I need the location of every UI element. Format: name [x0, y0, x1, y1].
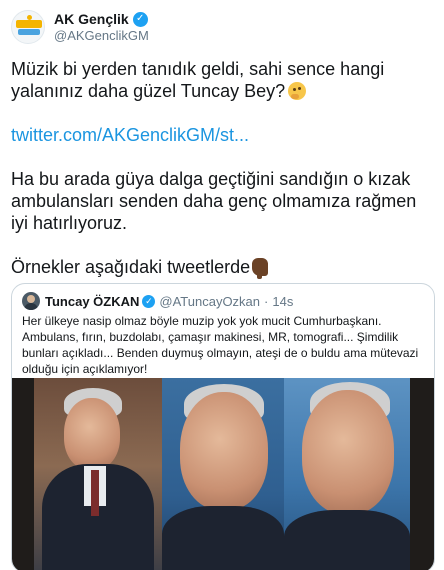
verified-badge-icon: ✓: [132, 11, 148, 27]
frame-detail: [284, 510, 410, 570]
separator-dot: ·: [264, 293, 269, 309]
logo-mark: [18, 29, 40, 35]
frame-detail: [302, 390, 394, 514]
tweet-paragraph: Müzik bi yerden tanıdık geldi, sahi senc…: [11, 58, 435, 102]
video-frame-middle: [162, 378, 284, 570]
display-name[interactable]: AK Gençlik: [54, 11, 129, 28]
account-names: AK Gençlik ✓ @AKGenclikGM: [54, 11, 149, 43]
account-handle[interactable]: @AKGenclikGM: [54, 28, 149, 44]
video-frame-right: [284, 378, 410, 570]
tweet-paragraph: Örnekler aşağıdaki tweetlerde: [11, 256, 435, 279]
tweet-body: Müzik bi yerden tanıdık geldi, sahi senc…: [11, 58, 435, 279]
thinking-face-icon: [288, 82, 307, 100]
tweet-paragraph-text: Müzik bi yerden tanıdık geldi, sahi senc…: [11, 59, 385, 101]
verified-badge-icon: ✓: [142, 294, 156, 308]
frame-detail: [162, 506, 284, 570]
quoted-handle[interactable]: @ATuncayOzkan: [159, 294, 260, 309]
quoted-tweet-header: Tuncay ÖZKAN ✓ @ATuncayOzkan · 14s: [12, 284, 434, 310]
frame-detail: [91, 470, 99, 516]
video-frame-left: [34, 378, 162, 570]
tweet-header: AK Gençlik ✓ @AKGenclikGM: [11, 6, 149, 48]
tweet-paragraph-text: Örnekler aşağıdaki tweetlerde: [11, 257, 251, 277]
quoted-avatar[interactable]: [22, 292, 40, 310]
tweet-paragraph: Ha bu arada güya dalga geçtiğini sandığı…: [11, 169, 417, 233]
logo-mark: [16, 20, 42, 28]
pointing-down-icon: [252, 258, 269, 279]
quoted-timestamp[interactable]: 14s: [272, 294, 293, 309]
frame-detail: [180, 392, 268, 510]
quoted-tweet-text: Her ülkeye nasip olmaz böyle muzip yok y…: [22, 314, 419, 376]
account-avatar[interactable]: [11, 10, 45, 44]
quoted-video-thumbnail[interactable]: [12, 378, 434, 570]
name-row: AK Gençlik ✓: [54, 11, 149, 28]
quoted-display-name[interactable]: Tuncay ÖZKAN: [45, 294, 139, 309]
tweet-link[interactable]: twitter.com/AKGenclikGM/st...: [11, 124, 435, 146]
quoted-tweet-card[interactable]: Tuncay ÖZKAN ✓ @ATuncayOzkan · 14s Her ü…: [11, 283, 435, 570]
frame-detail: [64, 398, 120, 470]
